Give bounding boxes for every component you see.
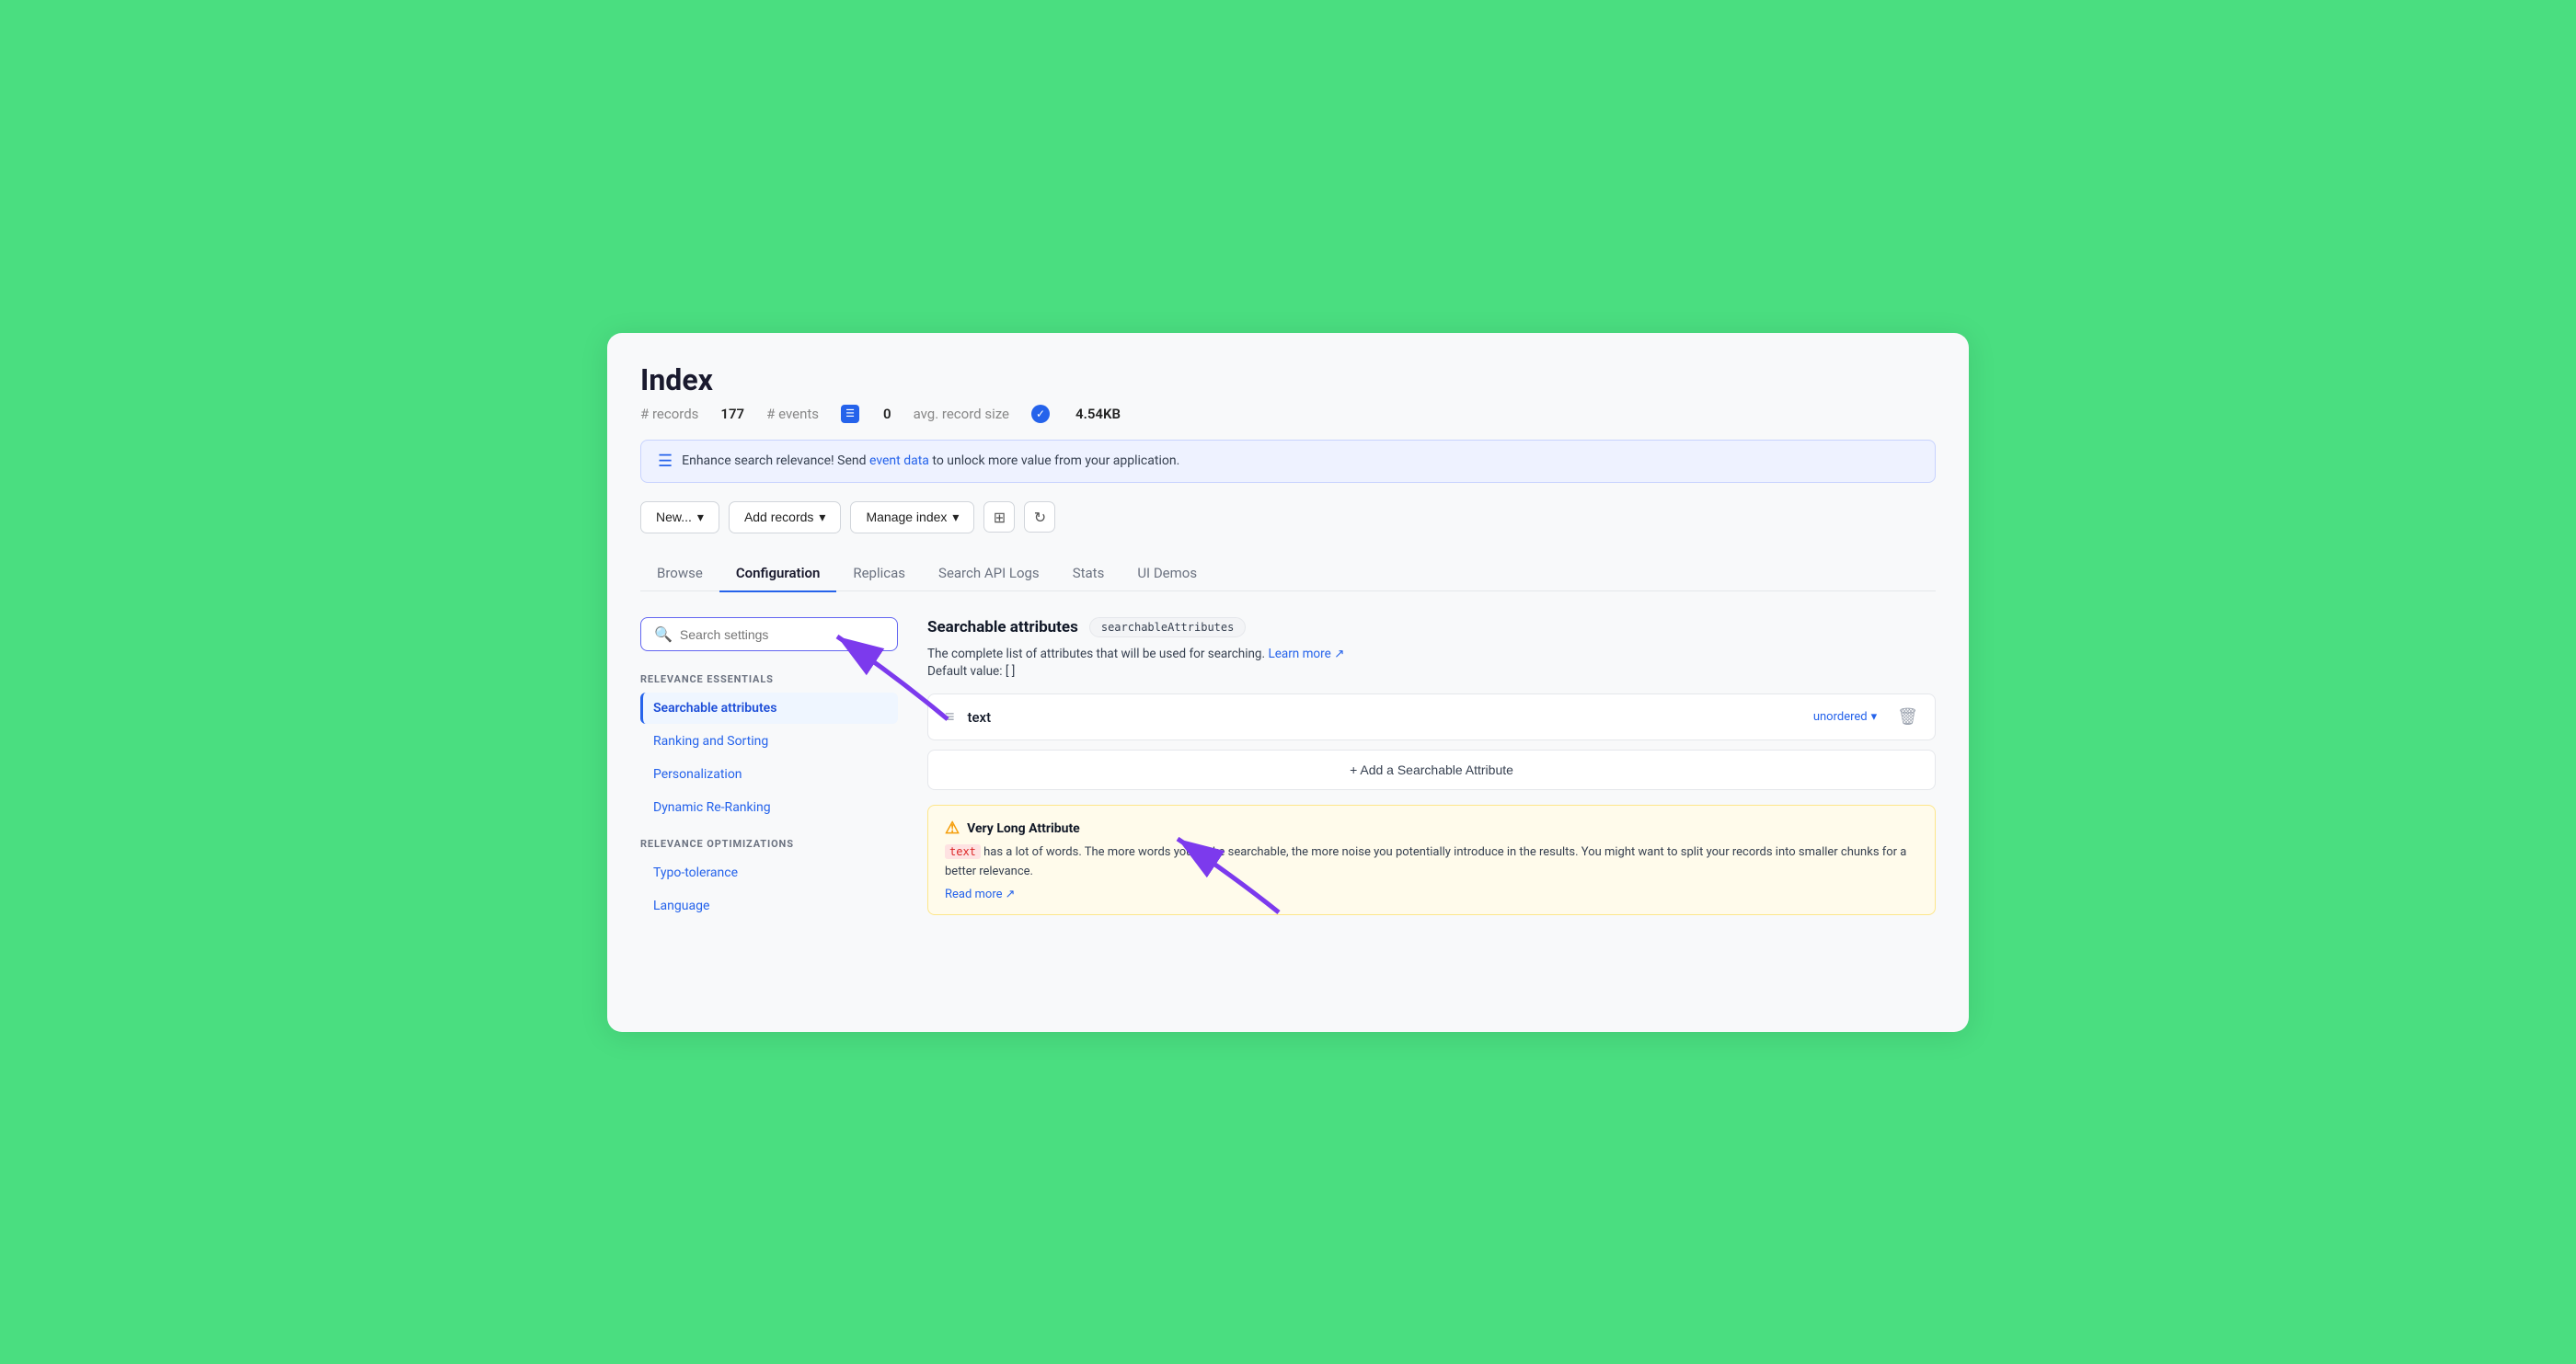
sidebar-item-language[interactable]: Language (640, 890, 898, 922)
tab-browse[interactable]: Browse (640, 556, 719, 592)
refresh-button[interactable]: ↻ (1024, 501, 1055, 533)
default-value: Default value: [ ] (927, 664, 1936, 679)
content-area: Searchable attributes searchableAttribut… (927, 617, 1936, 923)
section-description: The complete list of attributes that wil… (927, 647, 1936, 661)
banner-icon: ☰ (658, 452, 673, 471)
main-content: 🔍 RELEVANCE ESSENTIALS Searchable attrib… (640, 617, 1936, 923)
warning-title: ⚠ Very Long Attribute (945, 819, 1918, 838)
tab-ui-demos[interactable]: UI Demos (1121, 556, 1213, 592)
chevron-down-icon: ▾ (1871, 710, 1878, 724)
banner-text: Enhance search relevance! Send event dat… (682, 453, 1179, 468)
add-searchable-attribute-button[interactable]: + Add a Searchable Attribute (927, 750, 1936, 790)
toolbar: New... ▾ Add records ▾ Manage index ▾ ⊞ … (640, 501, 1936, 533)
event-data-link[interactable]: event data (869, 453, 929, 468)
read-more-link[interactable]: Read more ↗ (945, 888, 1015, 901)
section-title: Searchable attributes (927, 618, 1078, 636)
sidebar-item-dynamic-reranking[interactable]: Dynamic Re-Ranking (640, 792, 898, 823)
external-link-icon: ↗ (1006, 888, 1016, 901)
sidebar-item-searchable-attributes[interactable]: Searchable attributes (640, 693, 898, 724)
new-button[interactable]: New... ▾ (640, 501, 719, 533)
main-container: Index # records 177 # events ☰ 0 avg. re… (607, 333, 1969, 1032)
verified-icon: ✓ (1031, 405, 1050, 423)
tab-replicas[interactable]: Replicas (836, 556, 922, 592)
attribute-name: text (968, 709, 1800, 726)
warning-text: text has a lot of words. The more words … (945, 843, 1918, 882)
event-banner: ☰ Enhance search relevance! Send event d… (640, 440, 1936, 483)
tab-stats[interactable]: Stats (1056, 556, 1121, 592)
tab-configuration[interactable]: Configuration (719, 556, 837, 592)
warning-icon: ⚠ (945, 819, 960, 838)
tab-search-api-logs[interactable]: Search API Logs (922, 556, 1056, 592)
avg-value: 4.54KB (1075, 406, 1121, 422)
page-title: Index (640, 362, 1936, 397)
manage-index-button[interactable]: Manage index ▾ (850, 501, 974, 533)
attribute-row: ≡ text unordered ▾ 🗑 (927, 693, 1936, 740)
drag-handle-icon[interactable]: ≡ (945, 707, 955, 727)
events-label: # events (766, 406, 819, 422)
search-icon: 🔍 (654, 625, 673, 643)
chevron-down-icon: ▾ (819, 510, 825, 525)
delete-attribute-button[interactable]: 🗑 (1897, 707, 1918, 727)
sidebar: 🔍 RELEVANCE ESSENTIALS Searchable attrib… (640, 617, 898, 923)
relevance-essentials-label: RELEVANCE ESSENTIALS (640, 673, 898, 685)
sidebar-item-ranking-sorting[interactable]: Ranking and Sorting (640, 726, 898, 757)
records-value: 177 (720, 406, 744, 422)
warning-code: text (945, 844, 981, 859)
section-header: Searchable attributes searchableAttribut… (927, 617, 1936, 637)
copy-button[interactable]: ⊞ (983, 501, 1015, 533)
learn-more-link[interactable]: Learn more ↗ (1268, 647, 1344, 661)
sidebar-item-personalization[interactable]: Personalization (640, 759, 898, 790)
order-dropdown[interactable]: unordered ▾ (1813, 710, 1877, 724)
section-badge: searchableAttributes (1089, 617, 1247, 637)
events-icon: ☰ (841, 405, 859, 423)
warning-box: ⚠ Very Long Attribute text has a lot of … (927, 805, 1936, 915)
relevance-optimizations-label: RELEVANCE OPTIMIZATIONS (640, 838, 898, 850)
chevron-down-icon: ▾ (697, 510, 704, 525)
sidebar-item-typo-tolerance[interactable]: Typo-tolerance (640, 857, 898, 888)
avg-label: avg. record size (914, 406, 1009, 422)
stats-row: # records 177 # events ☰ 0 avg. record s… (640, 405, 1936, 423)
events-value: 0 (883, 406, 891, 422)
search-settings-box: 🔍 (640, 617, 898, 651)
records-label: # records (640, 406, 698, 422)
chevron-down-icon: ▾ (952, 510, 959, 525)
add-records-button[interactable]: Add records ▾ (729, 501, 842, 533)
tabs: Browse Configuration Replicas Search API… (640, 556, 1936, 592)
search-settings-input[interactable] (680, 627, 884, 642)
